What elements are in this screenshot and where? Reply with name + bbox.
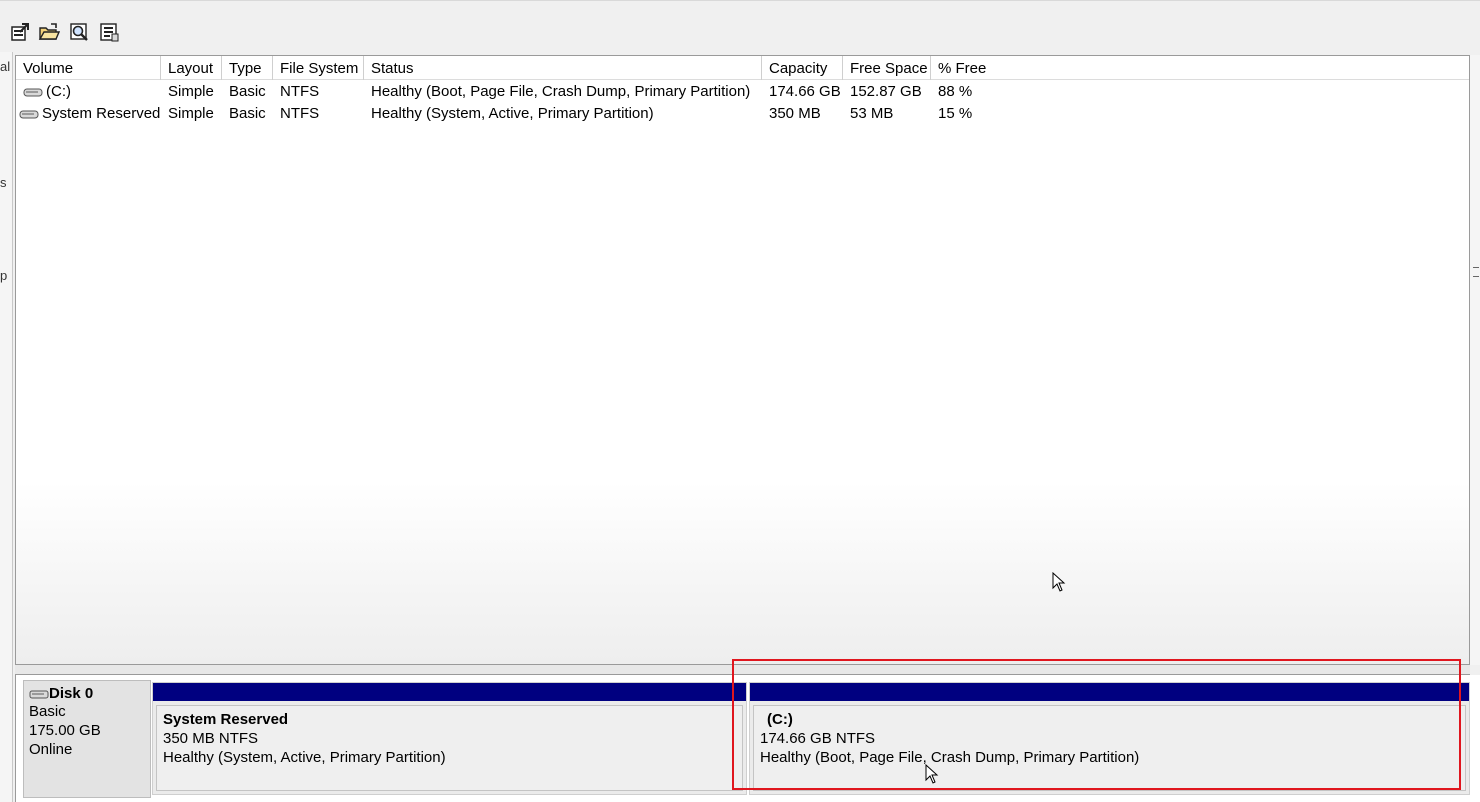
open-button[interactable]: [36, 19, 62, 45]
partition-bar: [153, 683, 746, 701]
capacity-cell: 174.66 GB: [769, 83, 841, 100]
column-header-capacity[interactable]: Capacity: [762, 56, 843, 80]
help-topics-button[interactable]: [96, 19, 122, 45]
file-system-cell: NTFS: [280, 83, 320, 100]
properties-button[interactable]: [7, 19, 33, 45]
pane-splitter[interactable]: [15, 665, 1470, 675]
disk-0-label[interactable]: Disk 0 Basic 175.00 GB Online: [23, 680, 151, 798]
volume-list-header: Volume Layout Type File System Status Ca…: [16, 56, 1469, 80]
partition-system-reserved[interactable]: System Reserved 350 MB NTFS Healthy (Sys…: [152, 682, 747, 795]
help-topics-icon: [100, 23, 119, 42]
column-header-status[interactable]: Status: [364, 56, 762, 80]
column-header-free-space[interactable]: Free Space: [843, 56, 931, 80]
status-cell: Healthy (Boot, Page File, Crash Dump, Pr…: [371, 83, 751, 100]
file-system-cell: NTFS: [280, 105, 320, 122]
mouse-cursor-icon: [925, 764, 939, 784]
properties-icon: [11, 23, 29, 41]
layout-cell: Simple: [168, 105, 214, 122]
console-tree-edge: al s p: [0, 52, 13, 802]
partition-size-fs: 174.66 GB NTFS: [760, 730, 876, 747]
partition-status: Healthy (Boot, Page File, Crash Dump, Pr…: [760, 749, 1140, 766]
type-cell: Basic: [229, 105, 266, 122]
volume-cell: (C:): [16, 81, 71, 103]
partition-name: System Reserved: [163, 711, 289, 728]
column-header-type[interactable]: Type: [222, 56, 273, 80]
right-pane-edge[interactable]: [1470, 55, 1480, 665]
partition-bar: [750, 683, 1469, 701]
open-folder-icon: [38, 23, 60, 40]
status-cell: Healthy (System, Active, Primary Partiti…: [371, 105, 654, 122]
free-space-cell: 152.87 GB: [850, 83, 922, 100]
column-header-percent-free[interactable]: % Free: [931, 56, 986, 80]
percent-free-cell: 88 %: [938, 83, 973, 100]
rescan-button[interactable]: [66, 19, 92, 45]
mouse-cursor-icon: [1052, 572, 1066, 592]
free-space-cell: 53 MB: [850, 105, 894, 122]
partition-name: (C:): [767, 711, 793, 728]
table-row[interactable]: (C:) Simple Basic NTFS Healthy (Boot, Pa…: [16, 81, 1469, 103]
column-header-layout[interactable]: Layout: [161, 56, 222, 80]
capacity-cell: 350 MB: [769, 105, 821, 122]
percent-free-cell: 15 %: [938, 105, 973, 122]
drive-icon: [23, 88, 43, 97]
tree-fragment: al: [0, 59, 11, 74]
disk-icon: [29, 690, 49, 699]
disk-type: Basic: [29, 703, 66, 720]
disk-size: 175.00 GB: [29, 722, 101, 739]
partition-status: Healthy (System, Active, Primary Partiti…: [163, 749, 446, 766]
resize-grip-icon[interactable]: [1473, 267, 1479, 277]
tree-fragment: s: [0, 175, 7, 190]
disk-graphical-pane: Disk 0 Basic 175.00 GB Online System Res…: [15, 675, 1480, 802]
toolbar: [0, 0, 1480, 52]
rescan-icon: [70, 23, 88, 41]
type-cell: Basic: [229, 83, 266, 100]
drive-icon: [19, 110, 39, 119]
volume-list-pane: Volume Layout Type File System Status Ca…: [15, 55, 1470, 665]
table-row[interactable]: System Reserved Simple Basic NTFS Health…: [16, 103, 1469, 125]
column-header-volume[interactable]: Volume: [16, 56, 161, 80]
partition-c[interactable]: (C:) 174.66 GB NTFS Healthy (Boot, Page …: [749, 682, 1470, 795]
partition-size-fs: 350 MB NTFS: [163, 730, 259, 747]
disk-state: Online: [29, 741, 73, 758]
volume-cell: System Reserved: [16, 103, 160, 125]
tree-fragment: p: [0, 268, 8, 283]
layout-cell: Simple: [168, 83, 214, 100]
disk-name: Disk 0: [49, 685, 94, 702]
column-header-file-system[interactable]: File System: [273, 56, 364, 80]
